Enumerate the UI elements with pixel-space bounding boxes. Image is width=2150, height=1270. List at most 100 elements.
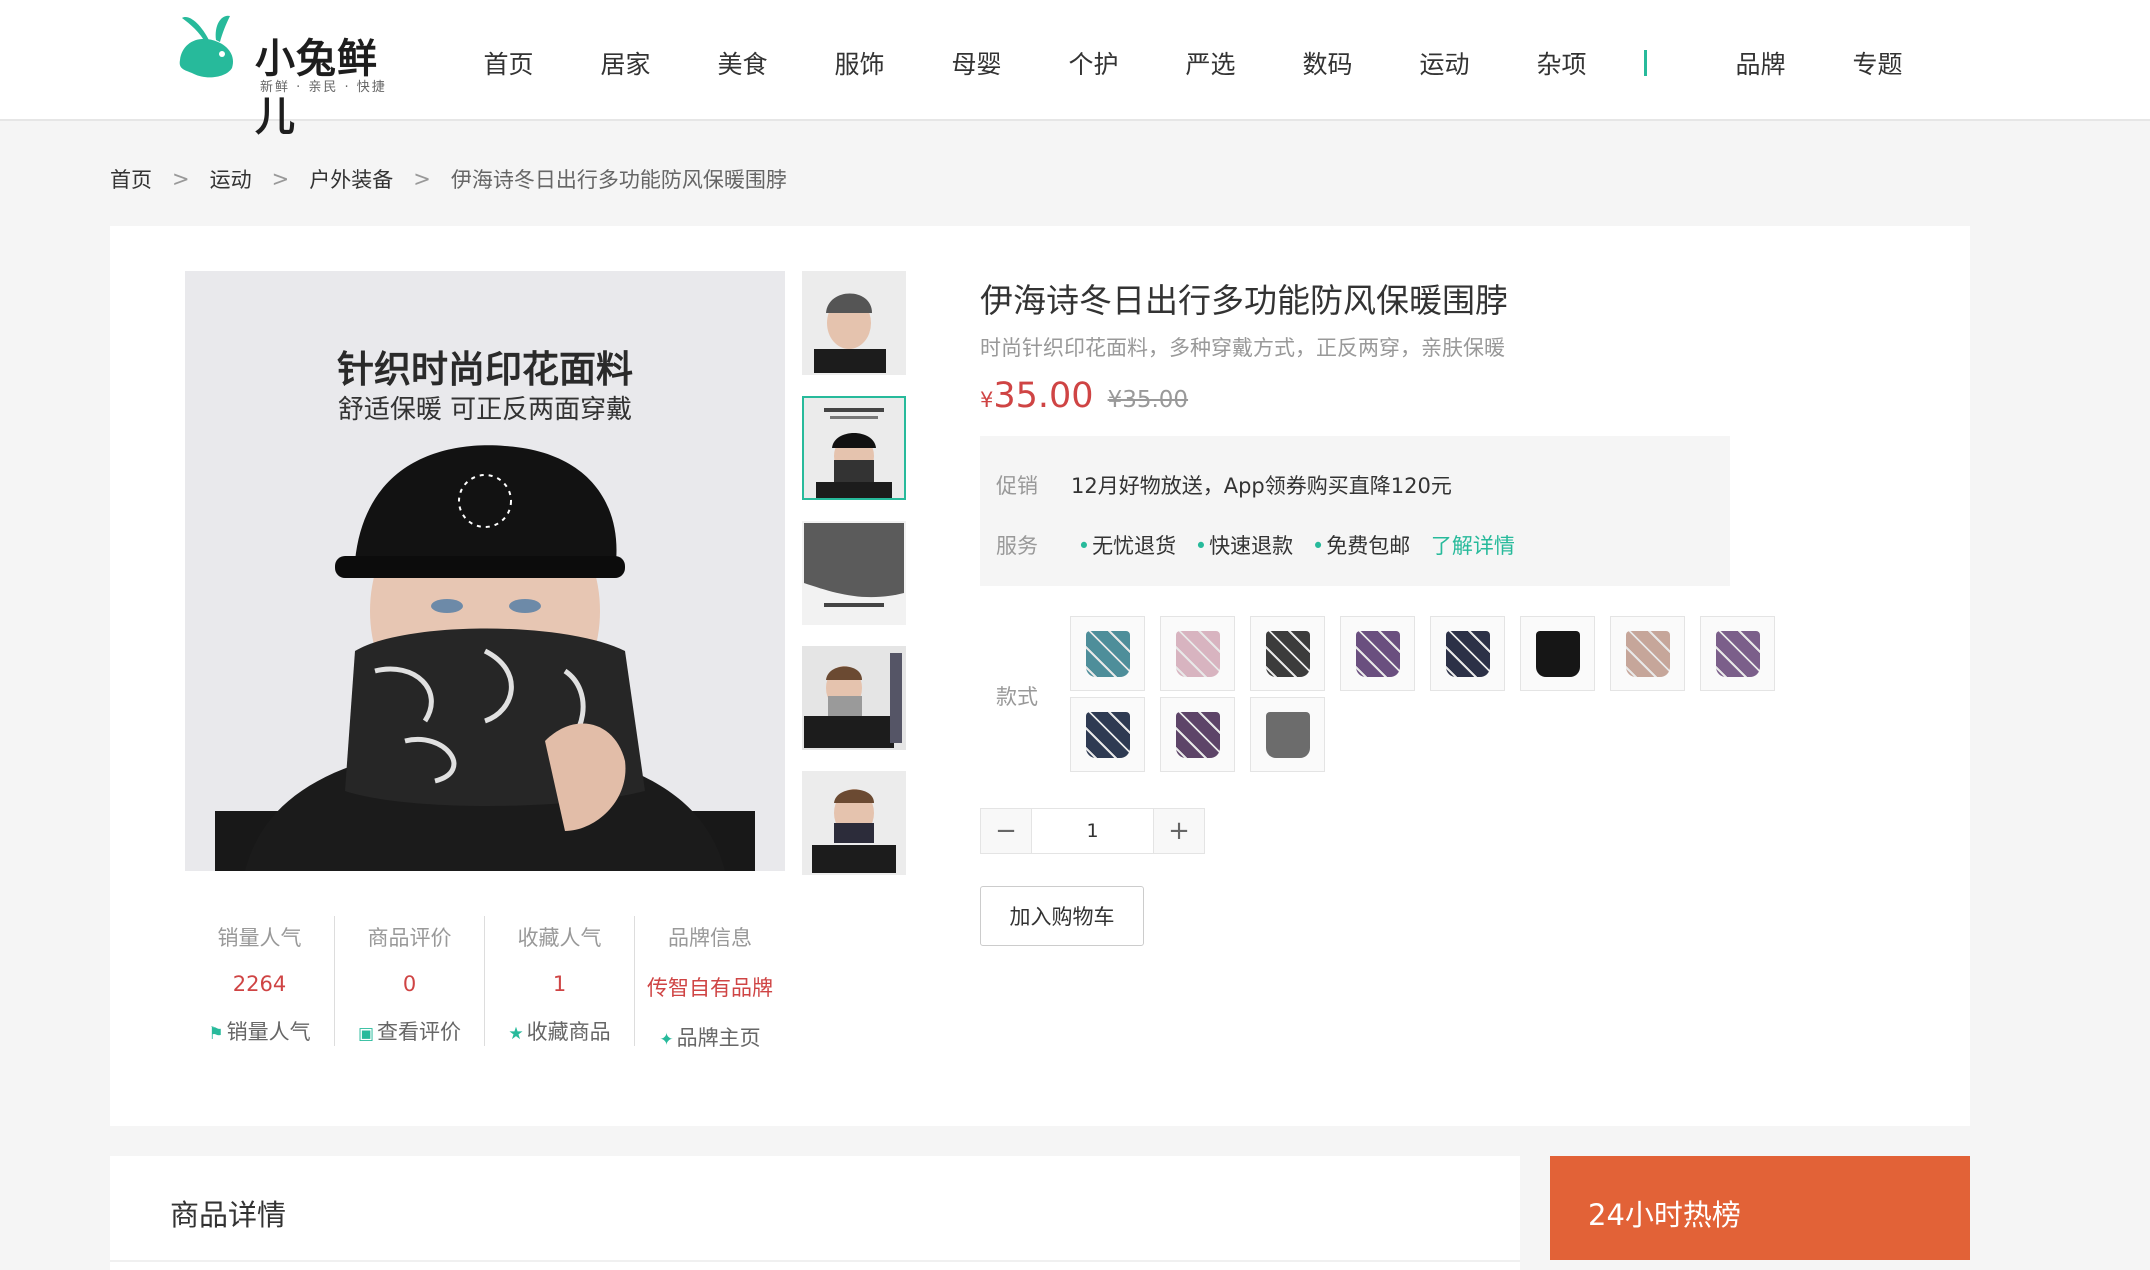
nav-item-sports[interactable]: 运动 [1386, 45, 1503, 81]
style-swatch[interactable] [1250, 616, 1325, 691]
site-header: 小兔鲜儿 新鲜 · 亲民 · 快捷 首页 居家 美食 服饰 母婴 个护 严选 数… [0, 0, 2150, 140]
style-swatch[interactable] [1070, 697, 1145, 772]
stat-label: 销量人气 [217, 926, 302, 950]
flag-icon: ⚑ [208, 1024, 224, 1044]
thumbnail-4[interactable] [802, 646, 906, 750]
nav-item-personal-care[interactable]: 个护 [1035, 45, 1152, 81]
promo-label: 促销 [996, 474, 1038, 498]
main-product-image: 针织时尚印花面料 舒适保暖 可正反两面穿戴 [185, 271, 785, 871]
promo-row: 促销 12月好物放送，App领券购买直降120元 [996, 470, 1452, 500]
style-swatch[interactable] [1520, 616, 1595, 691]
nav-item-selection[interactable]: 严选 [1152, 45, 1269, 81]
product-panel: 针织时尚印花面料 舒适保暖 可正反两面穿戴 销量人气 2264 ⚑ 销量人气 商… [110, 226, 1970, 1126]
nav-item-food[interactable]: 美食 [684, 45, 801, 81]
stat-label: 收藏人气 [517, 926, 602, 950]
thumbnail-3[interactable] [802, 521, 906, 625]
bullet-icon: • [1194, 534, 1208, 558]
nav-item-baby[interactable]: 母婴 [918, 45, 1035, 81]
service-item: 免费包邮 [1326, 534, 1411, 558]
product-title: 伊海诗冬日出行多功能防风保暖围脖 [980, 281, 1508, 320]
breadcrumb-separator: > [172, 167, 190, 191]
neck-gaiter-swatch-image [1446, 631, 1490, 677]
star-icon: ★ [508, 1024, 524, 1044]
nav-item-home-living[interactable]: 居家 [567, 45, 684, 81]
style-label: 款式 [996, 685, 1038, 709]
neck-gaiter-swatch-image [1626, 631, 1670, 677]
breadcrumb-home[interactable]: 首页 [110, 164, 152, 194]
breadcrumb-outdoor[interactable]: 户外装备 [309, 164, 393, 194]
decrease-button[interactable]: − [981, 809, 1031, 853]
current-price: 35.00 [993, 376, 1094, 416]
style-swatch[interactable] [1160, 616, 1235, 691]
stat-link[interactable]: ⚑ 销量人气 [185, 1016, 334, 1046]
comment-icon: ▣ [357, 1024, 375, 1044]
neck-gaiter-swatch-image [1176, 712, 1220, 758]
bullet-icon: • [1311, 534, 1325, 558]
product-description: 时尚针织印花面料，多种穿戴方式，正反两穿，亲肤保暖 [980, 336, 1505, 360]
nav-item-home[interactable]: 首页 [450, 45, 567, 81]
thumbnail-5[interactable] [802, 771, 906, 875]
stat-favorites: 收藏人气 1 ★ 收藏商品 [485, 916, 635, 1046]
neck-gaiter-swatch-image [1266, 631, 1310, 677]
product-stats: 销量人气 2264 ⚑ 销量人气 商品评价 0 ▣ 查看评价 收藏人气 1 ★ 收藏商… [185, 916, 785, 1050]
hot-ranking-section: 24小时热榜 [1550, 1156, 1970, 1260]
breadcrumb: 首页 > 运动 > 户外装备 > 伊海诗冬日出行多功能防风保暖围脖 [110, 164, 787, 194]
promo-text: 12月好物放送，App领券购买直降120元 [1071, 474, 1452, 498]
hot-ranking-title: 24小时热榜 [1588, 1198, 1741, 1232]
style-swatch[interactable] [1070, 616, 1145, 691]
rabbit-logo-icon [179, 15, 234, 78]
stat-value: 1 [552, 972, 567, 996]
promo-box: 促销 12月好物放送，App领券购买直降120元 服务 •无忧退货 •快速退款 •… [980, 436, 1730, 586]
nav-item-topics[interactable]: 专题 [1819, 45, 1936, 81]
nav-item-digital[interactable]: 数码 [1269, 45, 1386, 81]
nav-divider [1644, 50, 1647, 76]
stat-value: 2264 [232, 972, 287, 996]
service-label: 服务 [996, 534, 1038, 558]
stat-sales: 销量人气 2264 ⚑ 销量人气 [185, 916, 335, 1046]
style-swatches [1070, 616, 1870, 778]
quantity-stepper: − + [980, 808, 1205, 854]
breadcrumb-current: 伊海诗冬日出行多功能防风保暖围脖 [450, 168, 787, 192]
brand-icon: ✦ [659, 1030, 674, 1050]
stat-label: 品牌信息 [668, 926, 752, 950]
thumbnail-2[interactable] [802, 396, 906, 500]
currency-symbol: ¥ [980, 388, 994, 412]
price-block: ¥35.00 ¥35.00 [980, 376, 1188, 416]
stat-brand: 品牌信息 传智自有品牌 ✦ 品牌主页 [635, 916, 785, 1050]
thumbnail-1[interactable] [802, 271, 906, 375]
stat-reviews: 商品评价 0 ▣ 查看评价 [335, 916, 485, 1046]
nav-item-misc[interactable]: 杂项 [1503, 45, 1620, 81]
original-price: ¥35.00 [1107, 387, 1189, 413]
service-row: 服务 •无忧退货 •快速退款 •免费包邮 了解详情 [996, 530, 1515, 560]
thumbnail-list [802, 271, 906, 896]
neck-gaiter-swatch-image [1536, 631, 1580, 677]
learn-more-link[interactable]: 了解详情 [1431, 534, 1515, 558]
breadcrumb-separator: > [413, 167, 431, 191]
style-swatch[interactable] [1250, 697, 1325, 772]
stat-link[interactable]: ★ 收藏商品 [485, 1016, 634, 1046]
add-to-cart-button[interactable]: 加入购物车 [980, 886, 1144, 946]
stat-link[interactable]: ▣ 查看评价 [335, 1016, 484, 1046]
style-swatch[interactable] [1340, 616, 1415, 691]
neck-gaiter-swatch-image [1086, 631, 1130, 677]
breadcrumb-separator: > [271, 167, 290, 191]
neck-gaiter-swatch-image [1266, 712, 1310, 758]
neck-gaiter-swatch-image [1176, 631, 1220, 677]
breadcrumb-sports[interactable]: 运动 [210, 164, 252, 194]
logo[interactable]: 小兔鲜儿 新鲜 · 亲民 · 快捷 [170, 12, 410, 140]
nav-item-apparel[interactable]: 服饰 [801, 45, 918, 81]
style-swatch[interactable] [1160, 697, 1235, 772]
stat-value: 传智自有品牌 [647, 976, 773, 1000]
quantity-input[interactable] [1031, 809, 1154, 853]
stat-value: 0 [402, 972, 417, 996]
increase-button[interactable]: + [1154, 809, 1204, 853]
main-nav: 首页 居家 美食 服饰 母婴 个护 严选 数码 运动 杂项 品牌 专题 [450, 40, 1936, 86]
nav-item-brand[interactable]: 品牌 [1702, 45, 1819, 81]
style-swatch[interactable] [1610, 616, 1685, 691]
bullet-icon: • [1077, 534, 1091, 558]
style-swatch[interactable] [1430, 616, 1505, 691]
service-item: 无忧退货 [1092, 534, 1177, 558]
style-swatch[interactable] [1700, 616, 1775, 691]
stat-link[interactable]: ✦ 品牌主页 [635, 1022, 785, 1052]
stat-label: 商品评价 [367, 926, 452, 950]
